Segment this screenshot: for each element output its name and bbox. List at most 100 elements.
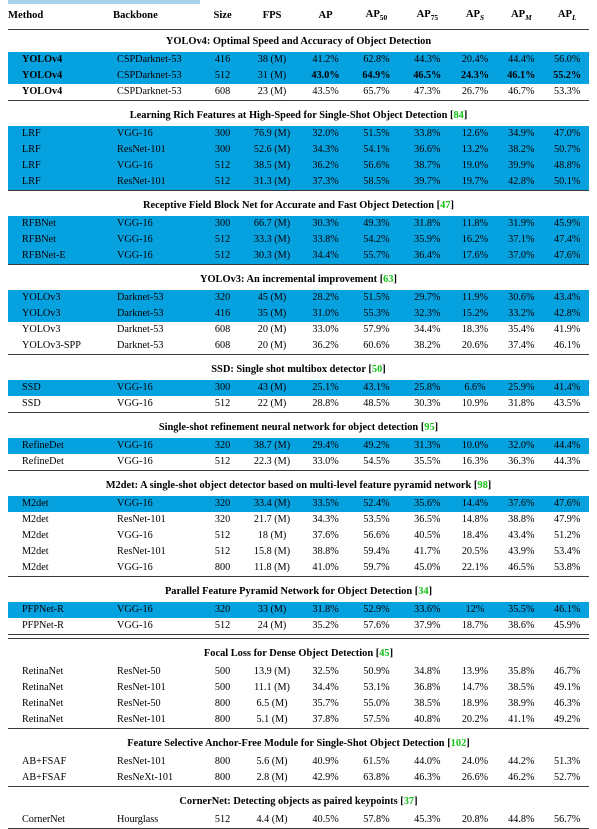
table-row[interactable]: SSDVGG-1630043 (M)25.1%43.1%25.8%6.6%25.…: [8, 380, 589, 396]
cell-ap: 42.9%: [300, 770, 351, 787]
column-header-label: FPS: [263, 10, 282, 21]
citation-number[interactable]: 47: [440, 200, 450, 211]
table-row[interactable]: YOLOv3Darknet-5332045 (M)28.2%51.5%29.7%…: [8, 290, 589, 306]
cell-ap50: 57.5%: [351, 712, 402, 729]
section-title-row: Single-shot refinement neural network fo…: [8, 419, 589, 438]
section-title: Parallel Feature Pyramid Network for Obj…: [8, 583, 589, 602]
table-row[interactable]: RetinaNetResNet-508006.5 (M)35.7%55.0%38…: [8, 696, 589, 712]
cell-size: 512: [201, 618, 244, 635]
cell-apl: 56.0%: [545, 52, 589, 68]
cell-apl: 53.3%: [545, 84, 589, 101]
section-title-row: Learning Rich Features at High-Speed for…: [8, 107, 589, 126]
column-header-backbone: Backbone: [113, 6, 201, 30]
cell-method: YOLOv3: [8, 322, 113, 338]
citation-number[interactable]: 37: [404, 796, 414, 807]
cell-fps: 22.3 (M): [244, 454, 300, 471]
cell-apl: 46.1%: [545, 338, 589, 355]
cell-size: 512: [201, 174, 244, 191]
cell-apl: 43.4%: [545, 290, 589, 306]
cell-ap: 38.8%: [300, 544, 351, 560]
table-row[interactable]: SSDVGG-1651222 (M)28.8%48.5%30.3%10.9%31…: [8, 396, 589, 413]
cell-ap75: 32.3%: [402, 306, 453, 322]
cell-ap75: 36.8%: [402, 680, 453, 696]
table-row[interactable]: PFPNet-RVGG-1632033 (M)31.8%52.9%33.6%12…: [8, 602, 589, 618]
cell-apm: 35.5%: [497, 602, 545, 618]
cell-ap50: 64.9%: [351, 68, 402, 84]
citation-bracket-close: ]: [382, 364, 385, 375]
table-row[interactable]: LRFResNet-10151231.3 (M)37.3%58.5%39.7%1…: [8, 174, 589, 191]
table-row[interactable]: M2detVGG-1651218 (M)37.6%56.6%40.5%18.4%…: [8, 528, 589, 544]
section-title-text: Single-shot refinement neural network fo…: [159, 422, 418, 433]
citation-number[interactable]: 45: [379, 648, 389, 659]
table-row[interactable]: M2detResNet-10151215.8 (M)38.8%59.4%41.7…: [8, 544, 589, 560]
cell-apm: 46.7%: [497, 84, 545, 101]
cell-apl: 50.7%: [545, 142, 589, 158]
cell-backbone: CSPDarknet-53: [113, 52, 201, 68]
cell-backbone: CSPDarknet-53: [113, 84, 201, 101]
cell-backbone: VGG-16: [113, 380, 201, 396]
cell-size: 512: [201, 248, 244, 265]
table-row[interactable]: RFBNet-EVGG-1651230.3 (M)34.4%55.7%36.4%…: [8, 248, 589, 265]
table-row[interactable]: YOLOv3Darknet-5341635 (M)31.0%55.3%32.3%…: [8, 306, 589, 322]
cell-ap75: 45.3%: [402, 812, 453, 829]
citation-number[interactable]: 84: [453, 110, 463, 121]
table-row[interactable]: YOLOv3Darknet-5360820 (M)33.0%57.9%34.4%…: [8, 322, 589, 338]
citation-number[interactable]: 95: [424, 422, 434, 433]
cell-aps: 11.9%: [453, 290, 497, 306]
cell-ap: 37.3%: [300, 174, 351, 191]
table-row[interactable]: LRFResNet-10130052.6 (M)34.3%54.1%36.6%1…: [8, 142, 589, 158]
cell-ap: 37.8%: [300, 712, 351, 729]
cell-ap50: 52.4%: [351, 496, 402, 512]
column-header-apl: APL: [545, 6, 589, 30]
cell-apm: 44.4%: [497, 52, 545, 68]
table-row[interactable]: PFPNet-RVGG-1651224 (M)35.2%57.6%37.9%18…: [8, 618, 589, 635]
table-row[interactable]: RetinaNetResNet-10150011.1 (M)34.4%53.1%…: [8, 680, 589, 696]
citation-number[interactable]: 102: [451, 738, 467, 749]
cell-aps: 18.3%: [453, 322, 497, 338]
table-row[interactable]: YOLOv4CSPDarknet-5360823 (M)43.5%65.7%47…: [8, 84, 589, 101]
cell-size: 500: [201, 680, 244, 696]
cell-apm: 39.9%: [497, 158, 545, 174]
citation-number[interactable]: 34: [418, 586, 428, 597]
table-row[interactable]: RFBNetVGG-1630066.7 (M)30.3%49.3%31.8%11…: [8, 216, 589, 232]
citation-number[interactable]: 50: [372, 364, 382, 375]
table-row[interactable]: RetinaNetResNet-5050013.9 (M)32.5%50.9%3…: [8, 664, 589, 680]
cell-method: SSD: [8, 396, 113, 413]
cell-size: 500: [201, 664, 244, 680]
table-row[interactable]: YOLOv4CSPDarknet-5351231 (M)43.0%64.9%46…: [8, 68, 589, 84]
table-row[interactable]: CornerNetHourglass5124.4 (M)40.5%57.8%45…: [8, 812, 589, 829]
table-row[interactable]: RefineDetVGG-1632038.7 (M)29.4%49.2%31.3…: [8, 438, 589, 454]
cell-ap50: 61.5%: [351, 754, 402, 770]
cell-ap50: 54.2%: [351, 232, 402, 248]
table-row[interactable]: AB+FSAFResNet-1018005.6 (M)40.9%61.5%44.…: [8, 754, 589, 770]
cell-fps: 18 (M): [244, 528, 300, 544]
cell-ap: 32.5%: [300, 664, 351, 680]
cell-size: 300: [201, 216, 244, 232]
cell-size: 800: [201, 754, 244, 770]
table-row[interactable]: AB+FSAFResNeXt-1018002.8 (M)42.9%63.8%46…: [8, 770, 589, 787]
cell-aps: 18.4%: [453, 528, 497, 544]
table-row[interactable]: RefineDetVGG-1651222.3 (M)33.0%54.5%35.5…: [8, 454, 589, 471]
column-header-fps: FPS: [244, 6, 300, 30]
table-row[interactable]: LRFVGG-1630076.9 (M)32.0%51.5%33.8%12.6%…: [8, 126, 589, 142]
cell-ap50: 57.6%: [351, 618, 402, 635]
cell-apm: 44.8%: [497, 812, 545, 829]
table-row[interactable]: YOLOv4CSPDarknet-5341638 (M)41.2%62.8%44…: [8, 52, 589, 68]
cell-ap50: 65.7%: [351, 84, 402, 101]
citation-number[interactable]: 63: [383, 274, 393, 285]
table-row[interactable]: YOLOv3-SPPDarknet-5360820 (M)36.2%60.6%3…: [8, 338, 589, 355]
cell-apl: 51.3%: [545, 754, 589, 770]
cell-ap50: 60.6%: [351, 338, 402, 355]
cell-fps: 33.3 (M): [244, 232, 300, 248]
cell-aps: 14.4%: [453, 496, 497, 512]
table-row[interactable]: RFBNetVGG-1651233.3 (M)33.8%54.2%35.9%16…: [8, 232, 589, 248]
table-row[interactable]: M2detVGG-1680011.8 (M)41.0%59.7%45.0%22.…: [8, 560, 589, 577]
cell-ap50: 43.1%: [351, 380, 402, 396]
table-row[interactable]: RetinaNetResNet-1018005.1 (M)37.8%57.5%4…: [8, 712, 589, 729]
table-row[interactable]: LRFVGG-1651238.5 (M)36.2%56.6%38.7%19.0%…: [8, 158, 589, 174]
cell-apm: 37.6%: [497, 496, 545, 512]
table-row[interactable]: M2detVGG-1632033.4 (M)33.5%52.4%35.6%14.…: [8, 496, 589, 512]
citation-number[interactable]: 98: [477, 480, 487, 491]
section-title: Focal Loss for Dense Object Detection [4…: [8, 645, 589, 664]
table-row[interactable]: M2detResNet-10132021.7 (M)34.3%53.5%36.5…: [8, 512, 589, 528]
